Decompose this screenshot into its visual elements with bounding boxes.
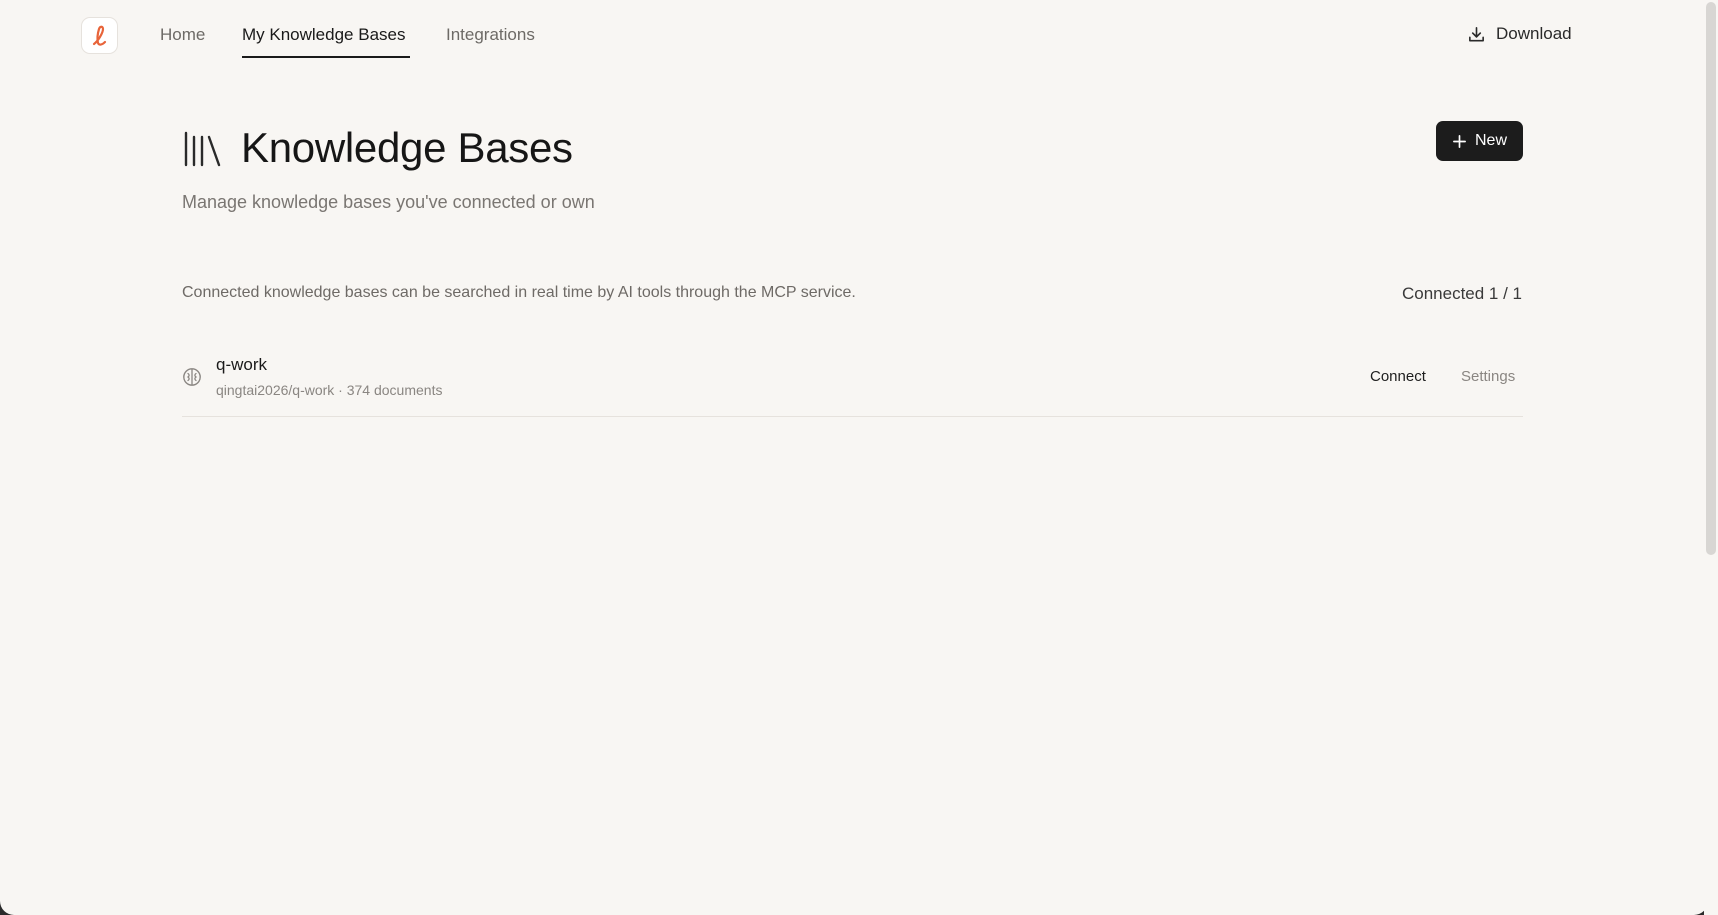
page-title: Knowledge Bases xyxy=(241,124,573,171)
settings-button[interactable]: Settings xyxy=(1461,368,1515,385)
active-nav-indicator xyxy=(242,56,410,58)
brain-icon xyxy=(183,368,201,386)
app-logo[interactable] xyxy=(81,17,118,54)
download-label: Download xyxy=(1496,24,1572,43)
page-subtitle: Manage knowledge bases you've connected … xyxy=(182,192,595,212)
top-navigation: Home My Knowledge Bases Integrations Dow… xyxy=(0,0,1708,72)
knowledge-base-row[interactable]: q-work qingtai2026/q-work · 374 document… xyxy=(182,345,1523,417)
plus-icon xyxy=(1453,134,1466,148)
download-icon xyxy=(1469,26,1484,41)
connect-button[interactable]: Connect xyxy=(1370,368,1426,385)
download-button[interactable]: Download xyxy=(1467,24,1572,44)
script-l-icon xyxy=(92,25,106,46)
nav-home[interactable]: Home xyxy=(160,25,205,45)
nav-my-knowledge-bases[interactable]: My Knowledge Bases xyxy=(242,25,405,45)
connected-count: Connected 1 / 1 xyxy=(1401,284,1522,303)
scrollbar-thumb[interactable] xyxy=(1706,2,1716,555)
mcp-info-text: Connected knowledge bases can be searche… xyxy=(182,284,856,301)
new-knowledge-base-button[interactable]: New xyxy=(1436,121,1523,161)
library-icon xyxy=(184,131,221,167)
new-button-label: New xyxy=(1474,132,1507,149)
nav-integrations[interactable]: Integrations xyxy=(446,25,535,45)
knowledge-base-meta: qingtai2026/q-work · 374 documents xyxy=(216,382,443,398)
knowledge-base-name[interactable]: q-work xyxy=(216,355,267,375)
app-window: Home My Knowledge Bases Integrations Dow… xyxy=(0,0,1708,915)
scrollbar[interactable] xyxy=(1704,0,1718,915)
